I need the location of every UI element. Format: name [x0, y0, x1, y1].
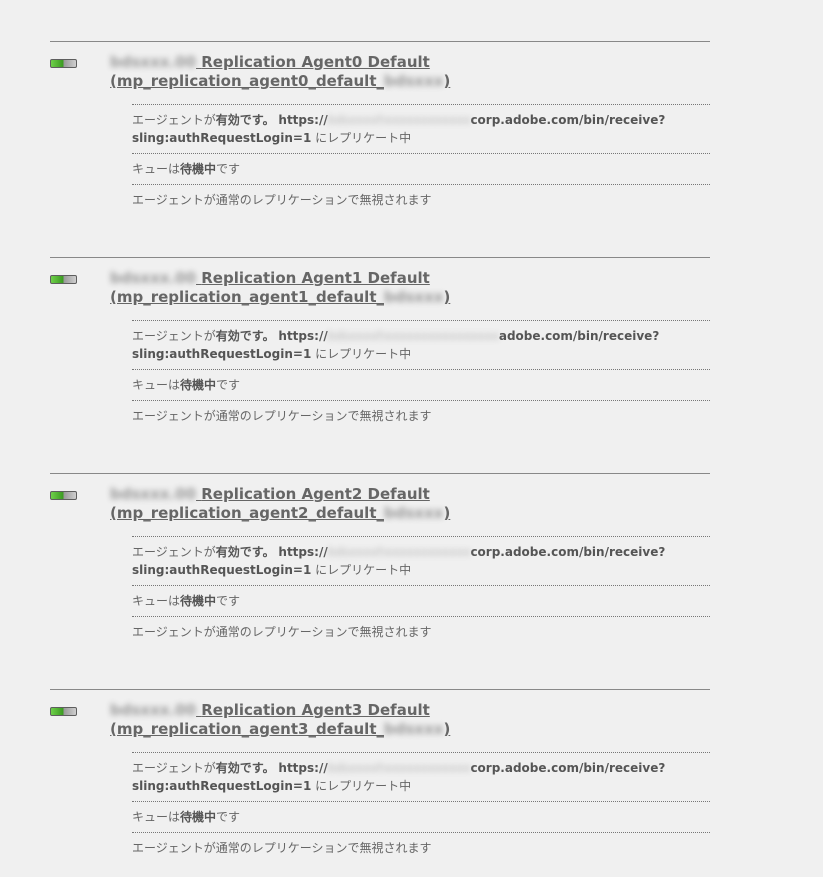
status-row: エージェントが有効です。 https://bdsxxxxhxxxxxxxxxxx…	[132, 104, 710, 153]
agent-title: Replication Agent2 Default	[201, 485, 430, 503]
redacted-prefix: bdsxxx.00	[110, 485, 197, 503]
ignore-text: エージェントが通常のレプリケーションで無視されます	[132, 625, 432, 639]
status-bold: 有効です。	[215, 761, 275, 775]
queue-bold: 待機中	[180, 594, 217, 608]
ignore-text: エージェントが通常のレプリケーションで無視されます	[132, 409, 432, 423]
agent-title: Replication Agent3 Default	[201, 701, 430, 719]
queue-bold: 待機中	[180, 810, 217, 824]
agent-title-link[interactable]: bdsxxx.00 Replication Agent2 Default (mp_…	[110, 485, 450, 523]
status-toggle-icon[interactable]	[50, 491, 77, 500]
replicate-text: にレプリケート中	[311, 779, 412, 793]
queue-row: キューは待機中です	[132, 801, 710, 832]
queue-bold: 待機中	[180, 162, 217, 176]
agent-block: bdsxxx.00 Replication Agent2 Default (mp_…	[50, 473, 710, 647]
agent-title-link[interactable]: bdsxxx.00 Replication Agent0 Default (mp_…	[110, 53, 450, 91]
url-line2: sling:authRequestLogin=1	[132, 131, 312, 145]
queue-suffix: です	[216, 378, 241, 392]
status-row: エージェントが有効です。 https://bdsxxxxhxxxxxxxxxxx…	[132, 536, 710, 585]
status-prefix: エージェントが	[132, 545, 216, 559]
ignore-text: エージェントが通常のレプリケーションで無視されます	[132, 841, 432, 855]
agent-id-prefix: (mp_replication_agent1_default_	[110, 288, 384, 306]
ignore-row: エージェントが通常のレプリケーションで無視されます	[132, 832, 710, 863]
agent-id-prefix: (mp_replication_agent2_default_	[110, 504, 384, 522]
agent-header: bdsxxx.00 Replication Agent1 Default (mp_…	[50, 258, 710, 320]
status-toggle-icon[interactable]	[50, 707, 77, 716]
agent-block: bdsxxx.00 Replication Agent3 Default (mp_…	[50, 689, 710, 863]
agent-block: bdsxxx.00 Replication Agent0 Default (mp_…	[50, 41, 710, 215]
agent-details: エージェントが有効です。 https://bdsxxxxhxxxxxxxxxxx…	[132, 320, 710, 431]
ignore-text: エージェントが通常のレプリケーションで無視されます	[132, 193, 432, 207]
url-prefix: https://	[278, 545, 328, 559]
agent-block: bdsxxx.00 Replication Agent1 Default (mp_…	[50, 257, 710, 431]
status-toggle-icon[interactable]	[50, 275, 77, 284]
url-suffix: corp.adobe.com/bin/receive?	[470, 761, 666, 775]
agent-header: bdsxxx.00 Replication Agent3 Default (mp_…	[50, 690, 710, 752]
status-toggle-icon[interactable]	[50, 59, 77, 68]
status-prefix: エージェントが	[132, 761, 216, 775]
url-prefix: https://	[278, 113, 328, 127]
status-prefix: エージェントが	[132, 113, 216, 127]
status-bold: 有効です。	[215, 545, 275, 559]
redacted-id: bdsxxx	[384, 288, 444, 306]
queue-prefix: キューは	[132, 162, 181, 176]
url-suffix: corp.adobe.com/bin/receive?	[470, 545, 666, 559]
ignore-row: エージェントが通常のレプリケーションで無視されます	[132, 184, 710, 215]
replicate-text: にレプリケート中	[311, 347, 412, 361]
redacted-id: bdsxxx	[384, 504, 444, 522]
redacted-url: bdsxxxxhxxxxxxxxxxxxxxxx	[327, 329, 499, 343]
queue-row: キューは待機中です	[132, 153, 710, 184]
queue-suffix: です	[216, 594, 241, 608]
queue-suffix: です	[216, 162, 241, 176]
redacted-url: bdsxxxxhxxxxxxxxxxxx	[327, 761, 471, 775]
redacted-id: bdsxxx	[384, 72, 444, 90]
queue-prefix: キューは	[132, 378, 181, 392]
ignore-row: エージェントが通常のレプリケーションで無視されます	[132, 616, 710, 647]
redacted-id: bdsxxx	[384, 720, 444, 738]
redacted-url: bdsxxxxhxxxxxxxxxxxx	[327, 113, 471, 127]
agent-header: bdsxxx.00 Replication Agent2 Default (mp_…	[50, 474, 710, 536]
queue-bold: 待機中	[180, 378, 217, 392]
url-line2: sling:authRequestLogin=1	[132, 779, 312, 793]
status-bold: 有効です。	[215, 113, 275, 127]
queue-prefix: キューは	[132, 810, 181, 824]
queue-prefix: キューは	[132, 594, 181, 608]
agent-header: bdsxxx.00 Replication Agent0 Default (mp_…	[50, 42, 710, 104]
queue-row: キューは待機中です	[132, 369, 710, 400]
agent-title-link[interactable]: bdsxxx.00 Replication Agent1 Default (mp_…	[110, 269, 450, 307]
url-prefix: https://	[278, 761, 328, 775]
agent-title-link[interactable]: bdsxxx.00 Replication Agent3 Default (mp_…	[110, 701, 450, 739]
status-row: エージェントが有効です。 https://bdsxxxxhxxxxxxxxxxx…	[132, 320, 710, 369]
agent-details: エージェントが有効です。 https://bdsxxxxhxxxxxxxxxxx…	[132, 752, 710, 863]
agent-id-suffix: )	[443, 504, 451, 522]
ignore-row: エージェントが通常のレプリケーションで無視されます	[132, 400, 710, 431]
url-suffix: corp.adobe.com/bin/receive?	[470, 113, 666, 127]
redacted-prefix: bdsxxx.00	[110, 53, 197, 71]
redacted-url: bdsxxxxhxxxxxxxxxxxx	[327, 545, 471, 559]
agent-details: エージェントが有効です。 https://bdsxxxxhxxxxxxxxxxx…	[132, 536, 710, 647]
status-bold: 有効です。	[215, 329, 275, 343]
agent-title: Replication Agent1 Default	[201, 269, 430, 287]
agent-id-prefix: (mp_replication_agent0_default_	[110, 72, 384, 90]
url-line2: sling:authRequestLogin=1	[132, 563, 312, 577]
agent-id-prefix: (mp_replication_agent3_default_	[110, 720, 384, 738]
agent-details: エージェントが有効です。 https://bdsxxxxhxxxxxxxxxxx…	[132, 104, 710, 215]
url-prefix: https://	[278, 329, 328, 343]
queue-row: キューは待機中です	[132, 585, 710, 616]
agent-title: Replication Agent0 Default	[201, 53, 430, 71]
replication-agents-page: bdsxxx.00 Replication Agent0 Default (mp_…	[0, 0, 823, 877]
url-suffix: adobe.com/bin/receive?	[498, 329, 660, 343]
queue-suffix: です	[216, 810, 241, 824]
status-row: エージェントが有効です。 https://bdsxxxxhxxxxxxxxxxx…	[132, 752, 710, 801]
replicate-text: にレプリケート中	[311, 131, 412, 145]
replicate-text: にレプリケート中	[311, 563, 412, 577]
redacted-prefix: bdsxxx.00	[110, 269, 197, 287]
url-line2: sling:authRequestLogin=1	[132, 347, 312, 361]
agent-id-suffix: )	[443, 288, 451, 306]
status-prefix: エージェントが	[132, 329, 216, 343]
agent-id-suffix: )	[443, 72, 451, 90]
redacted-prefix: bdsxxx.00	[110, 701, 197, 719]
agent-id-suffix: )	[443, 720, 451, 738]
